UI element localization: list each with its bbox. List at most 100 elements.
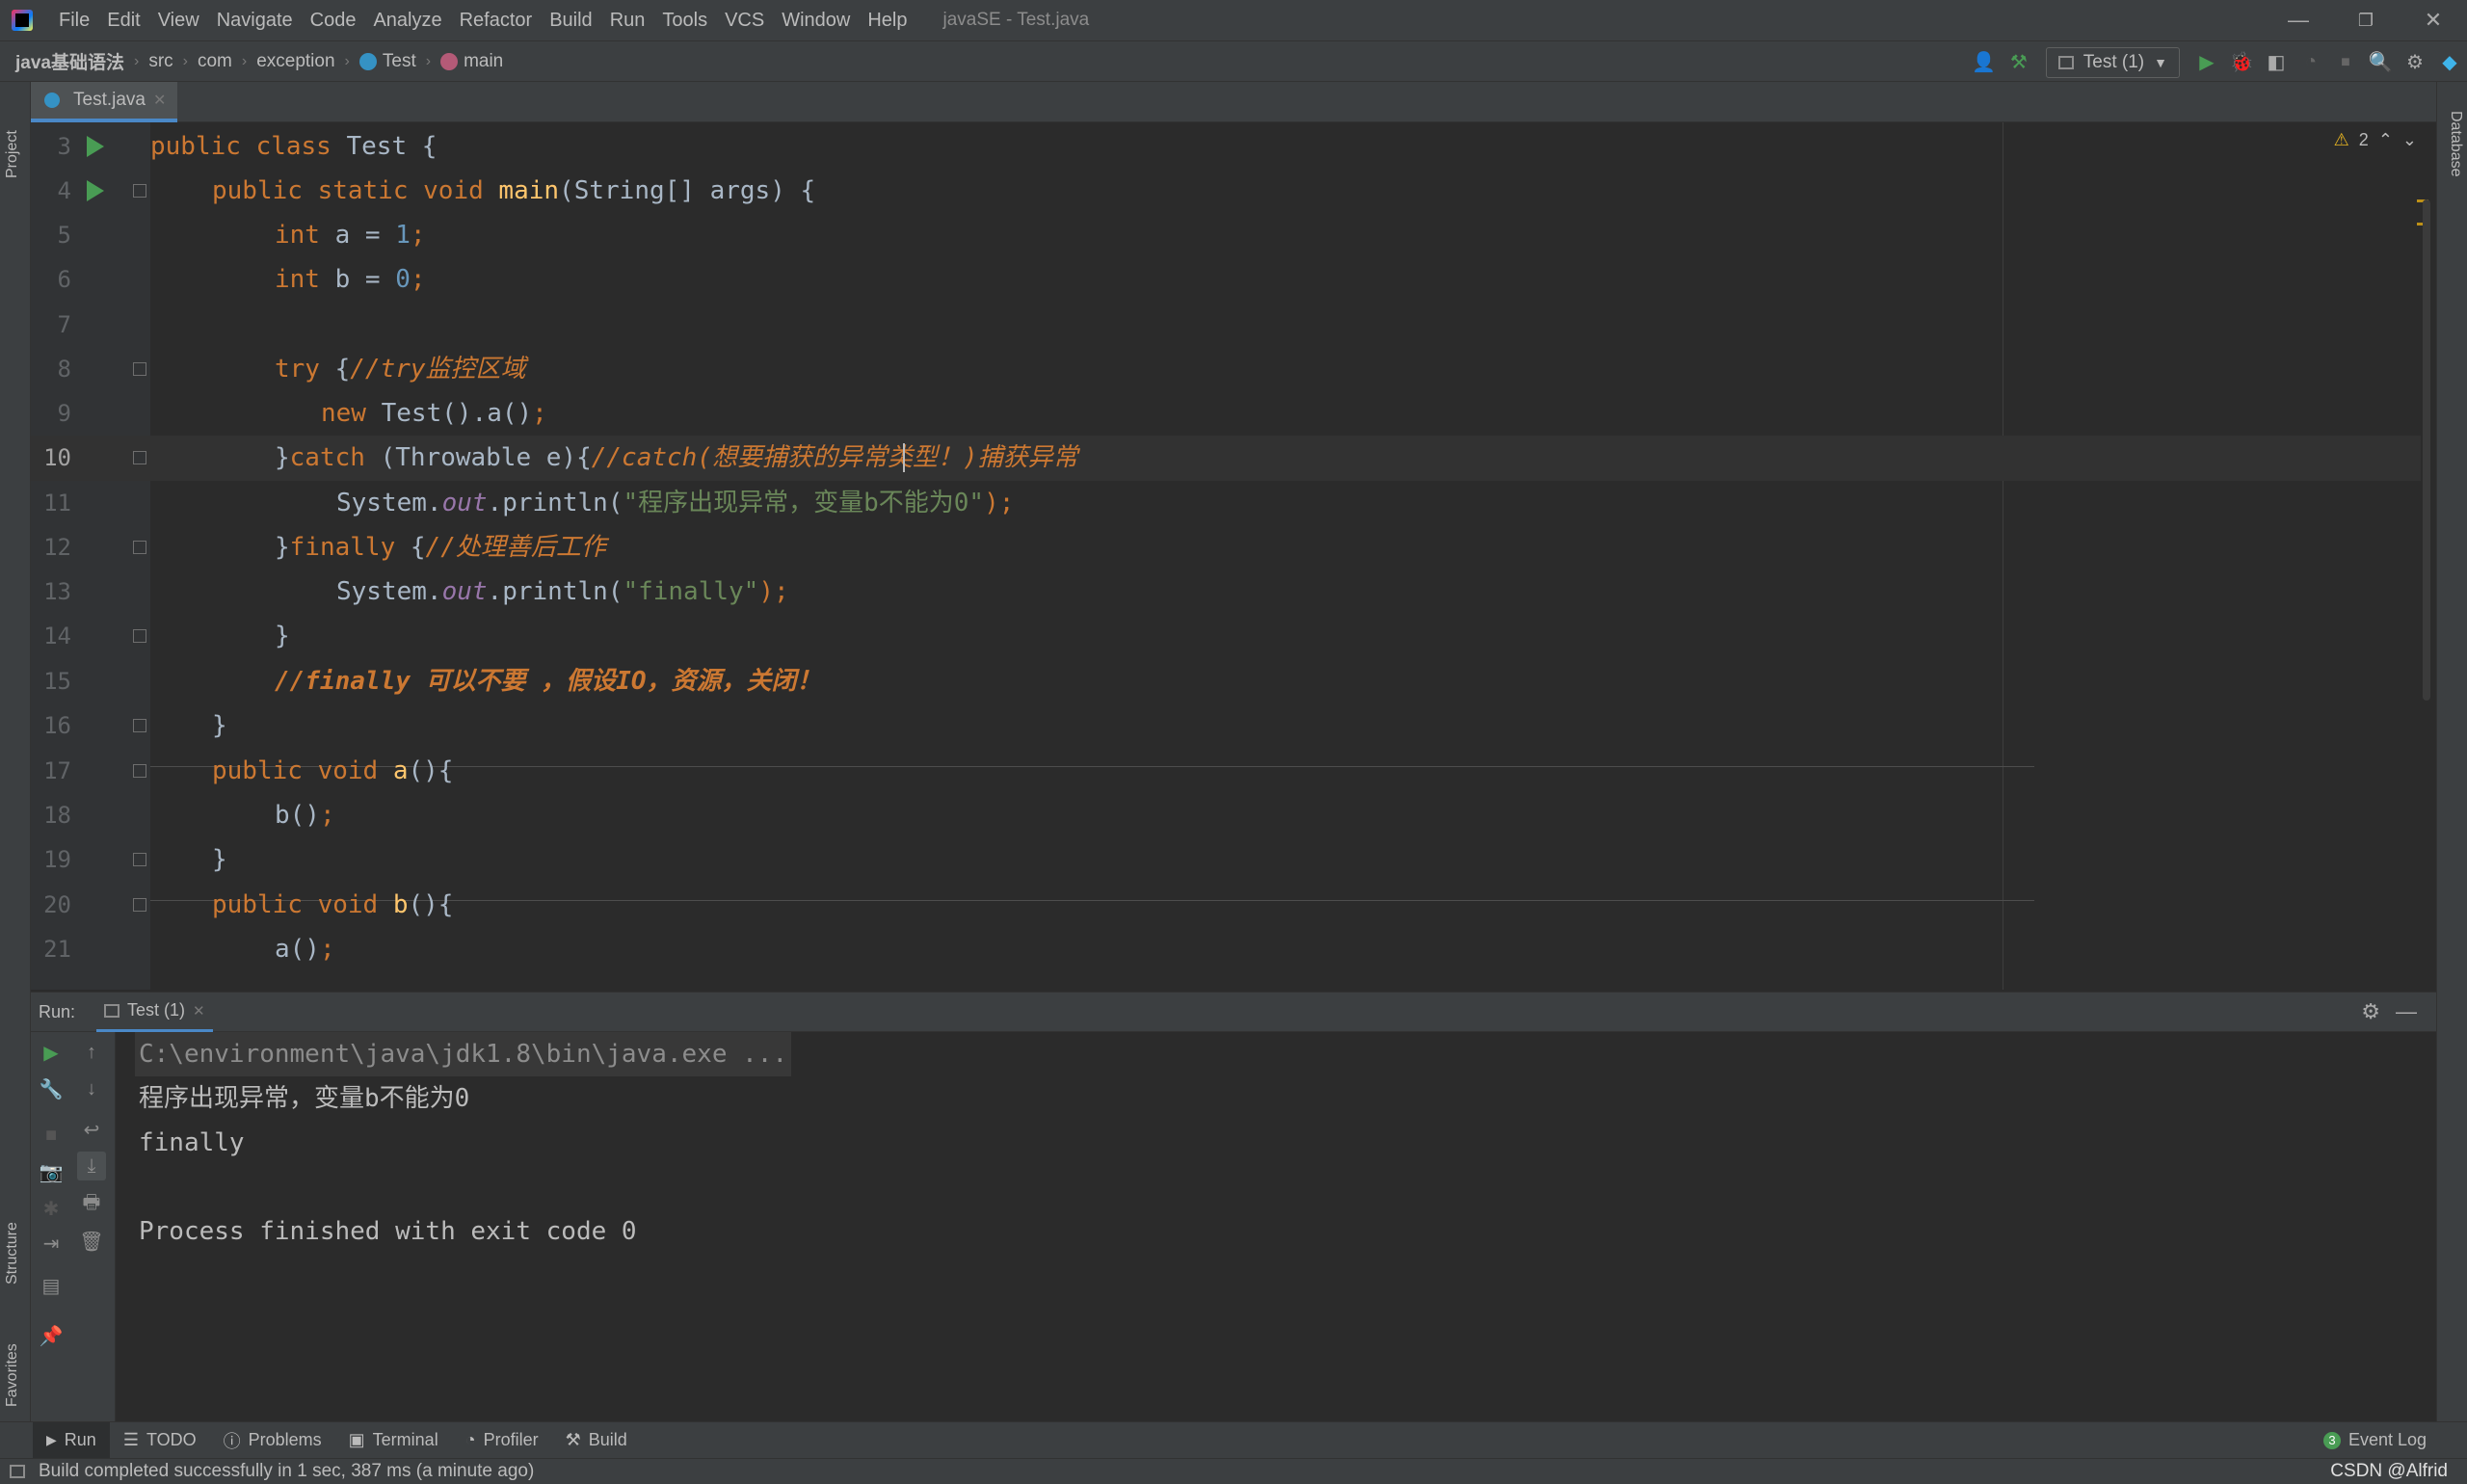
menu-edit[interactable]: Edit — [98, 0, 148, 40]
user-icon[interactable]: 👤 — [1967, 45, 2002, 80]
profile-icon[interactable]: ◔ — [2294, 45, 2328, 80]
menu-tools[interactable]: Tools — [653, 0, 716, 40]
fold-marker[interactable] — [133, 764, 146, 778]
chevron-right-icon: › — [425, 52, 432, 69]
breadcrumb-exception[interactable]: exception — [256, 51, 334, 72]
menu-help[interactable]: Help — [859, 0, 915, 40]
code-token: } — [212, 845, 227, 874]
close-tab-icon[interactable]: ✕ — [153, 91, 166, 110]
run-icon[interactable]: ▶ — [2189, 45, 2224, 80]
breadcrumb-src[interactable]: src — [148, 51, 172, 72]
print-icon[interactable]: 🖶 — [77, 1190, 106, 1219]
debug-icon[interactable]: 🐞 — [2224, 45, 2259, 80]
menu-build[interactable]: Build — [541, 0, 600, 40]
menu-window[interactable]: Window — [773, 0, 859, 40]
run-tool-button[interactable]: ▶ Run — [33, 1421, 110, 1459]
stop-icon[interactable]: ■ — [2328, 45, 2363, 80]
hide-panel-icon[interactable]: — — [2396, 999, 2417, 1024]
fold-marker[interactable] — [133, 451, 146, 464]
pin-icon[interactable]: 📌 — [37, 1321, 66, 1350]
fold-marker[interactable] — [133, 629, 146, 643]
menu-navigate[interactable]: Navigate — [208, 0, 302, 40]
code-line: 11 System.out.println("程序出现异常，变量b不能为0"); — [31, 481, 2421, 526]
line-number: 3 — [57, 133, 71, 160]
structure-tool-button[interactable]: Structure — [4, 1222, 21, 1285]
database-tool-button[interactable]: Database — [2447, 111, 2464, 177]
run-tab[interactable]: Test (1) ✕ — [96, 992, 213, 1032]
fold-marker[interactable] — [133, 898, 146, 912]
code-line: 18 b(); — [31, 793, 2421, 838]
run-method-icon[interactable] — [87, 180, 104, 201]
line-number: 8 — [57, 356, 71, 383]
settings-gear-icon[interactable]: ⚙ — [2398, 45, 2432, 80]
restore-icon[interactable]: ❐ — [2332, 0, 2400, 40]
trash-icon[interactable]: 🗑 — [77, 1227, 106, 1256]
fold-marker[interactable] — [133, 853, 146, 866]
line-number: 7 — [57, 311, 71, 338]
project-tool-button[interactable]: Project — [4, 130, 21, 178]
stop-icon[interactable]: ■ — [37, 1121, 66, 1150]
close-window-icon[interactable]: ✕ — [2400, 0, 2467, 40]
scroll-to-end-icon[interactable]: ⤓ — [77, 1152, 106, 1180]
fold-marker[interactable] — [133, 541, 146, 554]
fold-marker[interactable] — [133, 719, 146, 732]
dropdown-icon: ▼ — [2154, 54, 2167, 70]
run-config-selector[interactable]: Test (1) ▼ — [2045, 46, 2180, 78]
console-output[interactable]: C:\environment\java\jdk1.8\bin\java.exe … — [116, 1032, 2436, 1421]
menu-vcs[interactable]: VCS — [716, 0, 773, 40]
minimize-icon[interactable]: — — [2265, 0, 2332, 40]
close-tab-icon[interactable]: ✕ — [193, 1002, 205, 1020]
editor-scrollbar[interactable] — [2423, 199, 2430, 701]
menu-file[interactable]: File — [50, 0, 98, 40]
debug-icon[interactable]: ✱ — [37, 1194, 66, 1223]
search-icon[interactable]: 🔍 — [2363, 45, 2398, 80]
code-line: 6 int b = 0; — [31, 257, 2421, 303]
jetbrains-toolbox-icon[interactable]: ◆ — [2432, 45, 2467, 80]
tool-label: Build — [588, 1430, 627, 1449]
fold-marker[interactable] — [133, 184, 146, 198]
fold-marker[interactable] — [133, 362, 146, 376]
code-line: 13 System.out.println("finally"); — [31, 570, 2421, 615]
coverage-icon[interactable]: ◧ — [2259, 45, 2294, 80]
breadcrumb-project[interactable]: java基础语法 — [15, 48, 124, 74]
run-class-icon[interactable] — [87, 136, 104, 157]
console-line: Process finished with exit code 0 — [139, 1217, 637, 1246]
code-token: b() — [275, 801, 320, 830]
event-log-button[interactable]: 3 Event Log — [2310, 1422, 2440, 1459]
up-arrow-icon[interactable]: ↑ — [77, 1038, 106, 1067]
tool-window-bar: ▶ Run ☰ TODO ⓘ Problems ▣ Terminal ◔ Pro… — [0, 1421, 2467, 1459]
menu-refactor[interactable]: Refactor — [451, 0, 542, 40]
java-class-icon — [44, 93, 60, 108]
code-editor[interactable]: ⚠ 2 ⌃ ⌄ 3 public class Test { 4 public s… — [31, 122, 2436, 990]
tab-test-java[interactable]: Test.java ✕ — [31, 82, 178, 122]
favorites-tool-button[interactable]: Favorites — [4, 1343, 21, 1407]
todo-tool-button[interactable]: ☰ TODO — [110, 1422, 210, 1459]
line-number: 19 — [43, 846, 71, 873]
breadcrumb-com[interactable]: com — [198, 51, 232, 72]
code-token: 1 — [395, 221, 411, 250]
menu-view[interactable]: View — [149, 0, 208, 40]
breadcrumb-method[interactable]: main — [464, 51, 503, 72]
code-token: ; — [319, 935, 335, 964]
menu-run[interactable]: Run — [601, 0, 654, 40]
menu-analyze[interactable]: Analyze — [364, 0, 450, 40]
menu-code[interactable]: Code — [302, 0, 365, 40]
build-hammer-icon[interactable]: ⚒ — [2002, 45, 2036, 80]
camera-icon[interactable]: 📷 — [37, 1157, 66, 1186]
terminal-tool-button[interactable]: ▣ Terminal — [335, 1422, 452, 1459]
profiler-tool-button[interactable]: ◔ Profiler — [452, 1422, 552, 1459]
soft-wrap-icon[interactable]: ↩ — [77, 1115, 106, 1144]
wrench-icon[interactable]: 🔧 — [37, 1074, 66, 1103]
down-arrow-icon[interactable]: ↓ — [77, 1074, 106, 1103]
problems-tool-button[interactable]: ⓘ Problems — [210, 1422, 335, 1459]
editor-tab-bar: Test.java ✕ — [31, 82, 2436, 122]
rerun-icon[interactable]: ▶ — [37, 1038, 66, 1067]
window-layout-icon[interactable] — [10, 1465, 25, 1478]
code-line-current: 10 }catch (Throwable e){//catch(想要捕获的异常类… — [31, 436, 2421, 481]
build-tool-button[interactable]: ⚒ Build — [552, 1422, 641, 1459]
breadcrumb-class[interactable]: Test — [383, 51, 416, 72]
code-comment: //处理善后工作 — [425, 533, 606, 562]
settings-gear-icon[interactable]: ⚙ — [2361, 999, 2380, 1024]
exit-icon[interactable]: ⇥ — [37, 1229, 66, 1258]
layout-icon[interactable]: ▤ — [37, 1271, 66, 1300]
